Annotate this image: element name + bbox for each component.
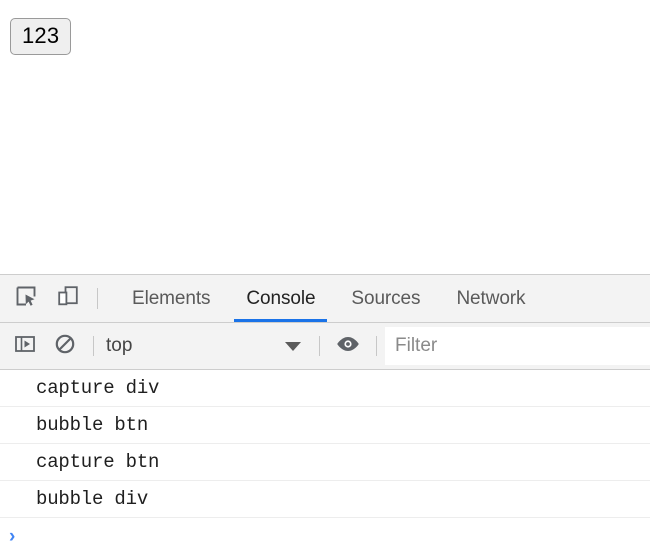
console-sidebar-toggle-button[interactable] xyxy=(5,333,45,360)
console-filter-wrapper xyxy=(385,327,650,365)
console-prompt-input[interactable] xyxy=(15,518,650,546)
console-message-text: capture btn xyxy=(36,451,160,473)
clear-console-button[interactable] xyxy=(45,333,85,360)
console-row[interactable]: capture div xyxy=(0,370,650,407)
device-toolbar-button[interactable] xyxy=(47,275,89,322)
console-sidebar-toggle-icon xyxy=(14,333,36,360)
clear-console-icon xyxy=(54,333,76,360)
device-toolbar-icon xyxy=(56,284,80,313)
console-toolbar-divider-3 xyxy=(376,336,377,356)
inspect-element-button[interactable] xyxy=(5,275,47,322)
console-row[interactable]: capture btn xyxy=(0,444,650,481)
console-message-list: capture div bubble btn capture btn bubbl… xyxy=(0,370,650,546)
console-row[interactable]: bubble btn xyxy=(0,407,650,444)
console-context-label: top xyxy=(106,335,133,356)
toolbar-divider xyxy=(97,288,98,309)
console-toolbar-divider-2 xyxy=(319,336,320,356)
chevron-down-icon xyxy=(285,341,301,351)
devtools-tabstrip: Elements Console Sources Network xyxy=(0,275,650,323)
tab-elements[interactable]: Elements xyxy=(114,275,228,322)
console-row[interactable]: bubble div xyxy=(0,481,650,518)
console-toolbar: top xyxy=(0,323,650,370)
console-message-text: bubble btn xyxy=(36,414,149,436)
console-message-text: bubble div xyxy=(36,488,149,510)
console-filter-input[interactable] xyxy=(385,330,650,362)
live-expression-eye-icon xyxy=(335,334,361,359)
console-prompt-row[interactable]: › xyxy=(0,518,650,546)
console-context-selector[interactable]: top xyxy=(102,323,311,369)
inspect-element-icon xyxy=(14,284,38,313)
tab-console[interactable]: Console xyxy=(228,275,333,322)
console-message-text: capture div xyxy=(36,377,160,399)
page-viewport: 123 xyxy=(0,0,650,274)
devtools-tabs: Elements Console Sources Network xyxy=(114,275,543,322)
number-button[interactable]: 123 xyxy=(10,18,72,55)
live-expression-button[interactable] xyxy=(328,334,368,359)
console-toolbar-divider-1 xyxy=(93,336,94,356)
devtools-panel: Elements Console Sources Network top Fil… xyxy=(0,274,650,546)
tab-network[interactable]: Network xyxy=(438,275,543,322)
tab-sources[interactable]: Sources xyxy=(333,275,438,322)
